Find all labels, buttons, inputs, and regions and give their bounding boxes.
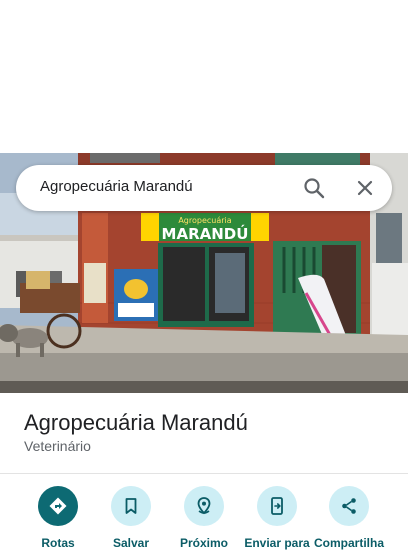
map-blank-area: [0, 0, 408, 153]
search-bar[interactable]: Agropecuária Marandú: [16, 165, 392, 211]
close-icon[interactable]: [353, 176, 377, 200]
place-title: Agropecuária Marandú: [24, 410, 248, 435]
bookmark-icon[interactable]: [111, 486, 151, 526]
divider: [0, 473, 408, 474]
search-input[interactable]: Agropecuária Marandú: [40, 178, 193, 195]
action-bar: Rotas Salvar Próximo Enviar para Compart…: [0, 486, 408, 550]
share-button[interactable]: Compartilha: [312, 486, 386, 550]
search-icon[interactable]: [302, 176, 326, 200]
sign-top-text: Agropecuária: [178, 216, 231, 225]
place-category: Veterinário: [24, 438, 91, 454]
share-icon[interactable]: [329, 486, 369, 526]
directions-icon[interactable]: [38, 486, 78, 526]
nearby-icon[interactable]: [184, 486, 224, 526]
share-label: Compartilha: [313, 536, 384, 550]
sign-main-text: MARANDÚ: [162, 224, 249, 243]
send-to-device-icon[interactable]: [257, 486, 297, 526]
